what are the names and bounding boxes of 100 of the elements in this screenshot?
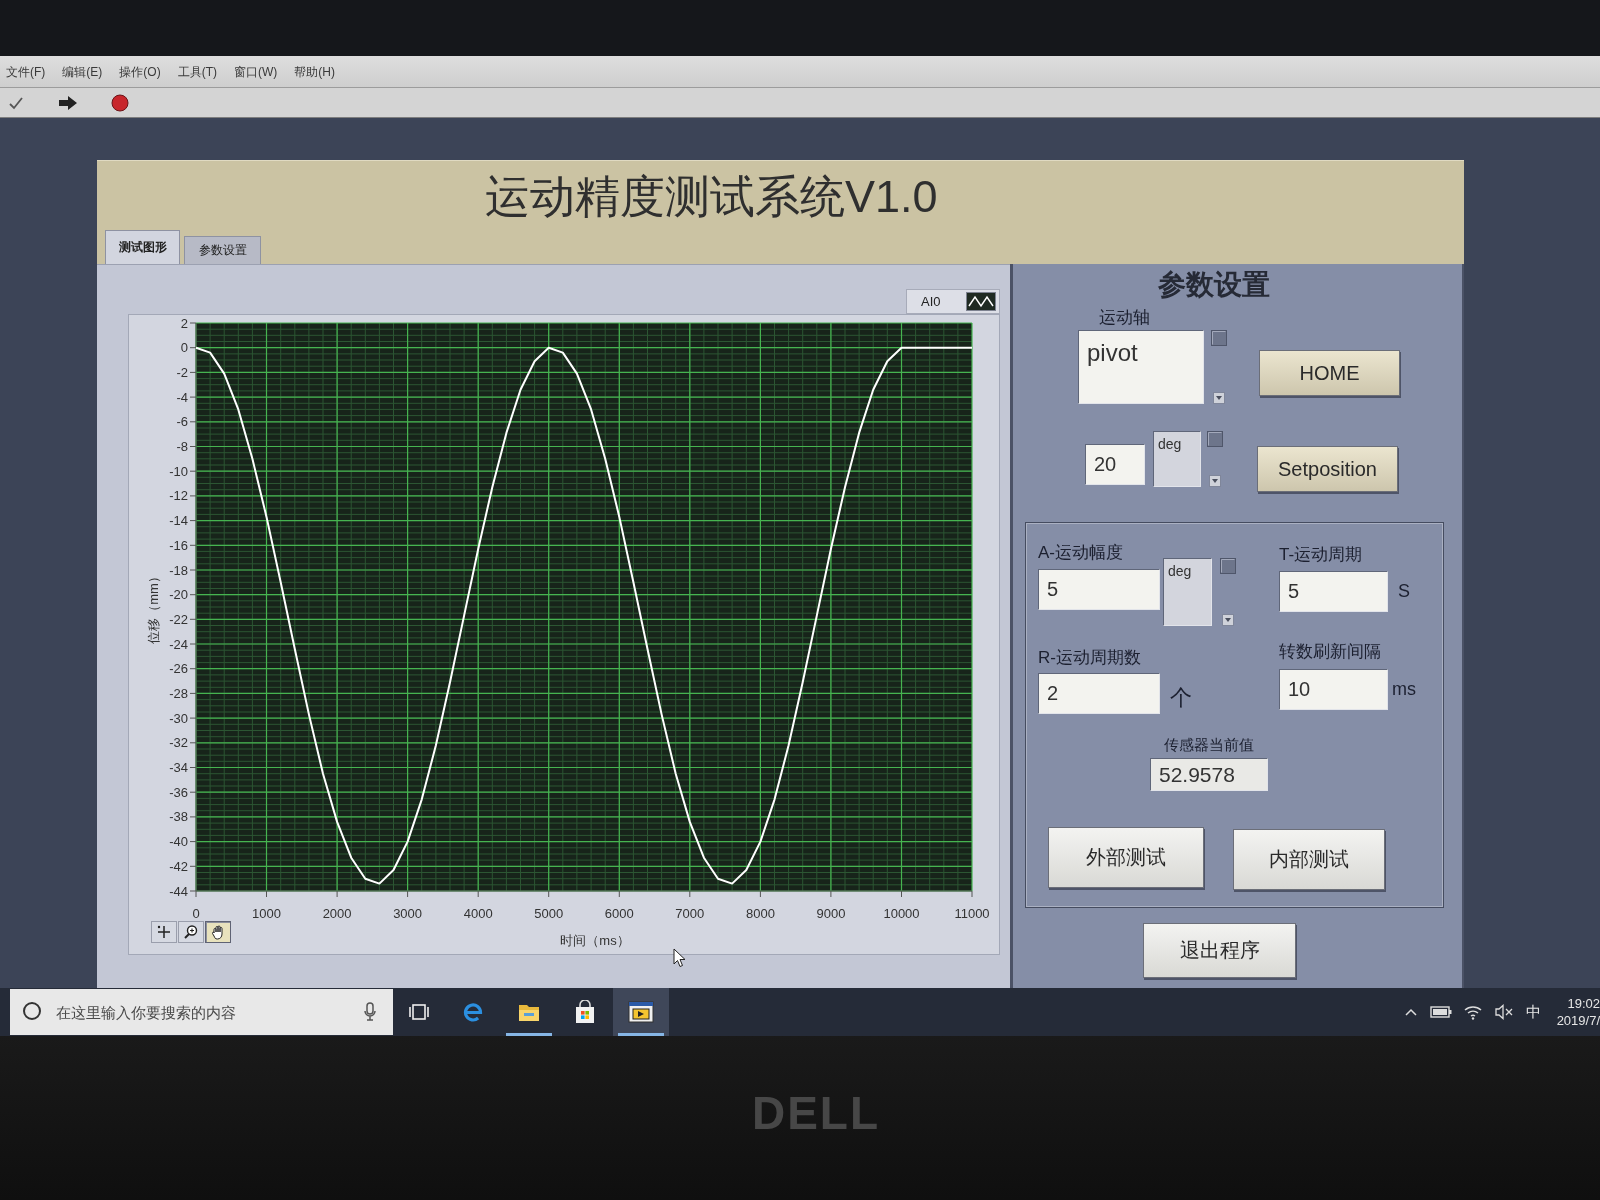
number-field[interactable]: 5 [1038, 569, 1160, 610]
microphone-icon [363, 1002, 377, 1021]
field-label: T-运动周期 [1279, 544, 1363, 566]
tick-label: -2 [176, 364, 188, 380]
menu-item[interactable]: 窗口(W) [234, 64, 278, 81]
tick-label: -4 [176, 389, 188, 405]
mouse-pointer-icon [673, 948, 686, 968]
home-button[interactable]: HOME [1259, 350, 1400, 396]
number-field[interactable]: 20 [1085, 444, 1145, 485]
exit-button[interactable]: 退出程序 [1143, 923, 1296, 978]
tick-label: -40 [169, 834, 188, 850]
panel-title: 参数设置 [1158, 268, 1270, 302]
menu-item[interactable]: 编辑(E) [62, 64, 103, 81]
field-label: 传感器当前值 [1164, 735, 1254, 755]
tick-label: -18 [169, 562, 188, 578]
tick-label: 2000 [322, 906, 352, 921]
scroll-box-icon [1220, 558, 1236, 574]
right-arrow-icon[interactable] [58, 94, 78, 111]
stop-icon[interactable] [111, 93, 129, 112]
number-field[interactable]: 10 [1279, 669, 1388, 710]
battery-icon[interactable] [1429, 1006, 1452, 1018]
line-sample-icon [966, 292, 996, 311]
tick-label: -8 [176, 439, 188, 454]
tick-label: -44 [169, 883, 188, 899]
clock-time[interactable]: 19:02 [1567, 995, 1600, 1012]
input-method-indicator[interactable]: 中 [1525, 1002, 1541, 1022]
number-field[interactable]: 5 [1279, 571, 1388, 612]
tick-label: -20 [169, 587, 188, 603]
tick-label: 11000 [954, 906, 990, 921]
axis-listbox[interactable]: pivot [1078, 330, 1204, 404]
hand-icon [210, 924, 226, 940]
tick-label: 0 [192, 906, 200, 921]
tick-label: 8000 [745, 906, 775, 921]
external-test-button[interactable]: 外部测试 [1048, 827, 1204, 888]
unit-selector[interactable]: deg [1153, 431, 1201, 487]
internal-test-button[interactable]: 内部测试 [1233, 829, 1385, 890]
menu-item[interactable]: 帮助(H) [294, 64, 335, 81]
tick-label: -14 [169, 513, 188, 529]
search-field[interactable]: 在这里输入你要搜索的内容 [10, 989, 393, 1035]
zoom-tool-button[interactable] [178, 921, 204, 943]
tab[interactable]: 参数设置 [184, 236, 261, 264]
tick-label: -38 [169, 809, 188, 825]
number-field[interactable]: 2 [1038, 673, 1160, 714]
tick-label: 4000 [463, 906, 493, 921]
tick-label: 0 [180, 340, 188, 356]
field-label: R-运动周期数 [1038, 647, 1141, 669]
cursor-tool-button[interactable] [151, 921, 177, 943]
tick-label: -24 [169, 636, 188, 652]
tick-label: -32 [169, 735, 188, 751]
tick-label: 1000 [252, 906, 281, 921]
scroll-box-icon [1207, 431, 1223, 447]
task-view-icon [408, 1002, 430, 1022]
menu-item[interactable]: 操作(O) [119, 64, 161, 81]
app-window-icon [628, 1001, 654, 1023]
tick-label: 9000 [816, 906, 846, 921]
tick-label: 3000 [393, 906, 423, 921]
crosshair-icon [156, 924, 172, 940]
menu-item[interactable]: 工具(T) [177, 64, 217, 81]
tick-label: -6 [176, 414, 188, 430]
clock-date[interactable]: 2019/7/ [1556, 1012, 1600, 1029]
chevron-up-icon[interactable] [1403, 1007, 1418, 1017]
tick-label: 7000 [675, 906, 705, 921]
tick-label: -10 [169, 463, 188, 479]
scroll-box-icon [1211, 330, 1227, 346]
field-label: 转数刷新间隔 [1279, 641, 1381, 663]
tab[interactable]: 测试图形 [105, 230, 180, 264]
shopping-bag-icon [573, 1000, 597, 1024]
setposition-button[interactable]: Setposition [1257, 446, 1398, 492]
menu-item[interactable]: 文件(F) [6, 64, 46, 81]
tick-label: -22 [169, 611, 188, 627]
tick-label: -12 [169, 488, 188, 504]
tick-label: -16 [169, 537, 188, 553]
legend-label: AI0 [921, 294, 941, 309]
speaker-muted-icon[interactable] [1493, 1004, 1514, 1020]
unit-label: 个 [1170, 683, 1192, 712]
unit-label: ms [1392, 679, 1416, 700]
checkmark-icon[interactable] [8, 95, 24, 110]
tick-label: 10000 [883, 906, 920, 921]
field-label: 运动轴 [1099, 307, 1150, 329]
tick-label: -36 [169, 784, 188, 800]
pan-tool-button[interactable] [205, 921, 231, 943]
field-label: A-运动幅度 [1038, 542, 1123, 564]
plot-legend[interactable]: AI0 [906, 289, 1000, 314]
tick-label: -26 [169, 661, 188, 677]
tick-label: 5000 [534, 906, 564, 921]
tick-label: -34 [169, 760, 188, 775]
zoom-icon [183, 924, 199, 940]
sensor-value-display: 52.9578 [1150, 758, 1268, 791]
app-button[interactable] [613, 988, 669, 1036]
browser-icon [461, 1000, 485, 1024]
tick-label: -30 [169, 710, 188, 726]
unit-label: S [1398, 581, 1410, 602]
axis-title: 时间（ms） [560, 933, 630, 948]
unit-selector[interactable]: deg [1163, 558, 1212, 626]
tick-label: 2 [180, 315, 188, 331]
tick-label: -42 [169, 858, 188, 874]
tick-label: -28 [169, 685, 188, 701]
app-title: 运动精度测试系统V1.0 [485, 171, 938, 223]
axis-title: 位移（mm） [145, 570, 161, 644]
wifi-icon[interactable] [1463, 1004, 1482, 1020]
